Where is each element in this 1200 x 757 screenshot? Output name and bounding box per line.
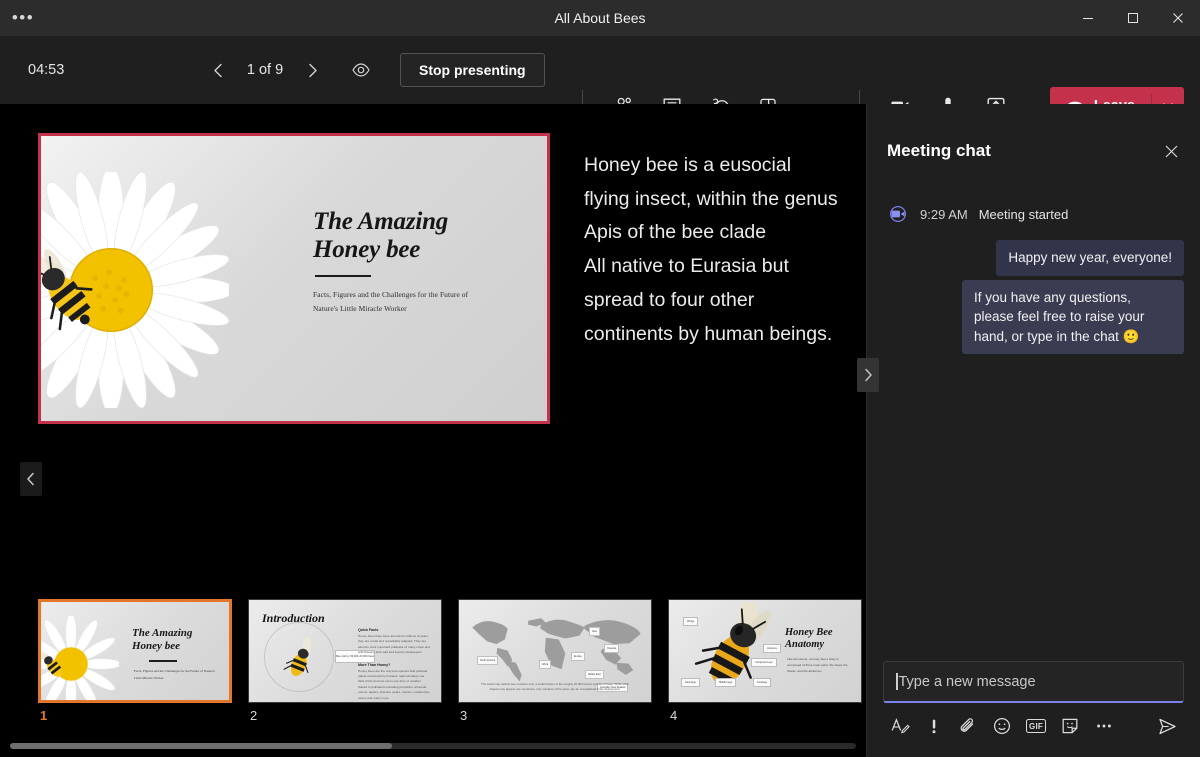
- importance-icon[interactable]: [917, 709, 951, 743]
- thumbnail-1-title-line2: Honey bee: [132, 639, 180, 652]
- thumbnail-item[interactable]: Introduction Bee colony: 50,000–60,000 b…: [248, 599, 442, 723]
- window-controls: [1065, 0, 1200, 36]
- anatomy-label: Antenna: [763, 644, 781, 653]
- system-message-time: 9:29 AM: [920, 206, 968, 222]
- text-caret: [896, 673, 898, 690]
- anatomy-label: Forelegs: [753, 678, 772, 687]
- map-pin-label: Oceania: [604, 644, 619, 653]
- meeting-chat-panel: Meeting chat 9:29 AM Meeting started Hap…: [857, 104, 1200, 757]
- thumbnail-1-number: 1: [40, 708, 48, 723]
- chat-message-bubble[interactable]: If you have any questions, please feel f…: [962, 279, 1184, 355]
- anatomy-label: Compound eye: [751, 658, 777, 667]
- thumbnail-4-subtitle: Like all insects, a honey bee's body is …: [787, 657, 848, 674]
- previous-slide-button[interactable]: [200, 52, 236, 88]
- thumbnail-2-body-2: Honey bees are the only bee species that…: [358, 668, 430, 700]
- close-icon[interactable]: [1155, 0, 1200, 36]
- thumbnail-2-heading-2: More Than Honey?: [358, 662, 391, 667]
- maximize-icon[interactable]: [1110, 0, 1155, 36]
- meeting-timer: 04:53: [28, 62, 65, 78]
- map-pin-label: Middle East: [585, 670, 604, 679]
- thumbnail-2-bee-icon: [283, 636, 311, 677]
- slide-notes: Honey bee is a eusocial flying insect, w…: [550, 133, 838, 424]
- thumbnail-1-title-line1: The Amazing: [132, 627, 193, 639]
- slide-thumbnail-strip: The Amazing Honey bee Facts, Figures and…: [38, 599, 862, 723]
- attach-file-icon[interactable]: [951, 709, 985, 743]
- thumbnail-item[interactable]: North America Africa Europe Middle East …: [458, 599, 652, 723]
- more-options-icon[interactable]: [1087, 709, 1121, 743]
- thumbnail-2-number: 2: [250, 708, 258, 723]
- chat-composer: Type a new message GIF: [883, 661, 1184, 743]
- thumbnail-1-rule: [149, 660, 177, 662]
- map-pin-label: Africa: [539, 660, 552, 669]
- chat-title: Meeting chat: [887, 141, 991, 160]
- map-pin-label: Asia: [589, 627, 600, 636]
- slide-navigation: 1 of 9: [200, 52, 380, 88]
- slide-notes-paragraph-2: All native to Eurasia but spread to four…: [584, 255, 833, 345]
- thumbnail-4-title-line1: Honey Bee: [785, 627, 833, 638]
- send-icon[interactable]: [1150, 709, 1184, 743]
- slide-title-block: The Amazing Honey bee Facts, Figures and…: [313, 208, 523, 316]
- anatomy-label: Middle legs: [715, 678, 737, 687]
- thumbnail-scrollbar[interactable]: [10, 743, 856, 749]
- title-bar: ••• All About Bees: [0, 0, 1200, 36]
- thumbnail-1[interactable]: The Amazing Honey bee Facts, Figures and…: [38, 599, 232, 703]
- thumbnail-3-number: 3: [460, 708, 468, 723]
- stage-previous-button[interactable]: [20, 462, 42, 496]
- thumbnail-4-number: 4: [670, 708, 678, 723]
- system-message-text: Meeting started: [978, 206, 1069, 222]
- emoji-icon[interactable]: [985, 709, 1019, 743]
- anatomy-label: Wings: [683, 617, 699, 626]
- gif-icon[interactable]: GIF: [1019, 709, 1053, 743]
- message-input-box[interactable]: Type a new message: [883, 661, 1184, 703]
- thumbnail-scrollbar-knob[interactable]: [10, 743, 392, 749]
- thumbnail-daisy-icon: [41, 616, 119, 700]
- thumbnail-2[interactable]: Introduction Bee colony: 50,000–60,000 b…: [248, 599, 442, 703]
- thumbnail-3-caption: The world map reflects bee numbers only,…: [480, 681, 630, 692]
- thumbnail-2-body-1: Honey bees have been around for millions…: [358, 634, 430, 655]
- slide-counter: 1 of 9: [246, 62, 284, 78]
- slide-title-line2: Honey bee: [313, 236, 421, 263]
- composer-toolbar: GIF: [883, 709, 1184, 743]
- slide-title-rule: [315, 275, 371, 278]
- thumbnail-2-heading-1: Quick Facts: [358, 628, 379, 632]
- slide-subtitle-line2: Nature's Little Miracle Worker: [313, 304, 407, 314]
- chat-message-bubble[interactable]: Happy new year, everyone!: [996, 240, 1184, 276]
- anatomy-label: Hind legs: [681, 678, 700, 687]
- gif-label: GIF: [1025, 719, 1047, 733]
- presentation-stage: The Amazing Honey bee Facts, Figures and…: [0, 104, 866, 757]
- slide-title-line1: The Amazing: [313, 208, 449, 235]
- window-overflow-icon[interactable]: •••: [0, 0, 46, 36]
- slide-and-notes: The Amazing Honey bee Facts, Figures and…: [38, 133, 838, 424]
- thumbnail-item[interactable]: The Amazing Honey bee Facts, Figures and…: [38, 599, 232, 723]
- map-pin-label: North America: [477, 656, 499, 665]
- system-message: 9:29 AM Meeting started: [883, 204, 1184, 224]
- thumbnail-4[interactable]: Honey Bee Anatomy Like all insects, a ho…: [668, 599, 862, 703]
- current-slide[interactable]: The Amazing Honey bee Facts, Figures and…: [38, 133, 550, 424]
- chat-header: Meeting chat: [887, 138, 1184, 164]
- thumbnail-4-title-line2: Anatomy: [785, 638, 825, 650]
- meeting-video-icon: [887, 204, 909, 224]
- slide-notes-paragraph-1: Honey bee is a eusocial flying insect, w…: [584, 154, 838, 244]
- eye-icon[interactable]: [342, 52, 380, 88]
- slide-subtitle-line1: Facts, Figures and the Challenges for th…: [313, 290, 469, 300]
- thumbnail-2-text-column: Quick Facts Honey bees have been around …: [358, 628, 430, 702]
- meeting-toolbar: 04:53 1 of 9 Stop presenting: [0, 36, 1200, 128]
- sticker-icon[interactable]: [1053, 709, 1087, 743]
- page-title: All About Bees: [554, 10, 646, 26]
- thumbnail-3[interactable]: North America Africa Europe Middle East …: [458, 599, 652, 703]
- message-input-placeholder: Type a new message: [898, 673, 1036, 690]
- minimize-icon[interactable]: [1065, 0, 1110, 36]
- map-pin-label: Europe: [571, 652, 585, 661]
- stop-presenting-button[interactable]: Stop presenting: [400, 53, 545, 87]
- world-map-icon: [472, 618, 641, 682]
- thumbnail-item[interactable]: Honey Bee Anatomy Like all insects, a ho…: [668, 599, 862, 723]
- daisy-bee-illustration: [41, 172, 229, 408]
- thumbnail-1-subtitle: Facts, Figures and the Challenges for th…: [134, 669, 215, 680]
- format-text-icon[interactable]: [883, 709, 917, 743]
- next-slide-button[interactable]: [294, 52, 330, 88]
- chat-message-list: 9:29 AM Meeting started Happy new year, …: [867, 204, 1200, 651]
- close-icon[interactable]: [1158, 138, 1184, 164]
- teams-meeting-window: ••• All About Bees 04:53 1 of 9 Stop pre…: [0, 0, 1200, 757]
